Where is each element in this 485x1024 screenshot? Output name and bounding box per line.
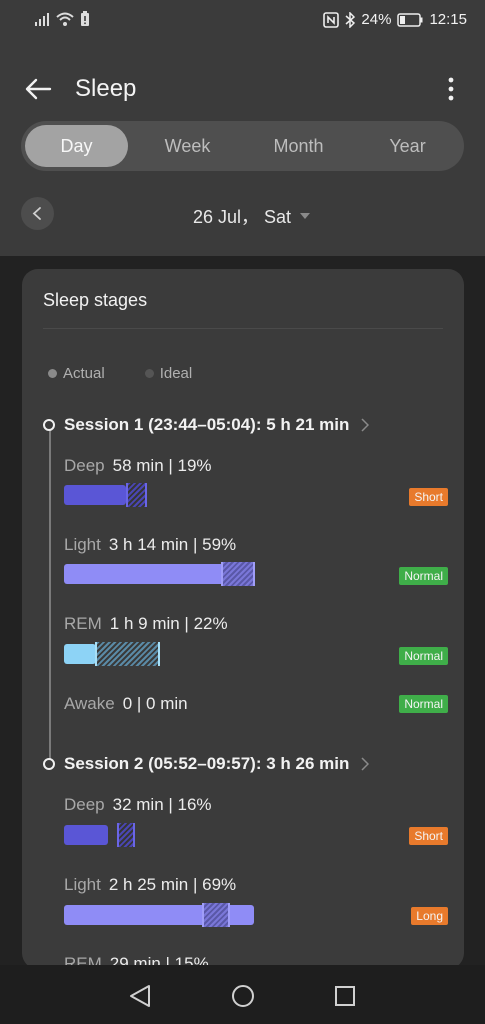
chevron-left-icon bbox=[32, 207, 41, 220]
stage-value: 2 h 25 min | 69% bbox=[108, 875, 237, 894]
rem-ideal-range bbox=[95, 642, 160, 666]
stage-name: Awake bbox=[64, 694, 115, 713]
status-badge: Normal bbox=[399, 695, 448, 713]
more-options-icon[interactable] bbox=[441, 74, 461, 104]
stage-value: 0 | 0 min bbox=[122, 694, 188, 713]
battery-alert-icon bbox=[81, 11, 89, 26]
session-2-title-text: Session 2 (05:52–09:57): 3 h 26 min bbox=[64, 754, 350, 773]
deep-ideal-range bbox=[117, 823, 135, 847]
stage-rem-label: REM 1 h 9 min | 22% bbox=[64, 614, 228, 634]
deep-actual-bar bbox=[64, 825, 108, 845]
session-2-dot bbox=[43, 758, 55, 770]
sleep-stages-card: Sleep stages Actual Ideal Session 1 (23:… bbox=[22, 269, 464, 969]
clock: 12:15 bbox=[429, 11, 467, 28]
battery-icon bbox=[397, 12, 423, 27]
legend: Actual Ideal bbox=[48, 365, 192, 382]
light-ideal-range bbox=[221, 562, 255, 586]
session-1-title-text: Session 1 (23:44–05:04): 5 h 21 min bbox=[64, 415, 350, 434]
card-title: Sleep stages bbox=[43, 290, 148, 310]
status-icons-right: 24% 12:15 bbox=[323, 11, 467, 28]
session-2-title[interactable]: Session 2 (05:52–09:57): 3 h 26 min bbox=[64, 754, 370, 774]
header: Sleep Day Week Month Year 26 Jul， Sat bbox=[0, 40, 485, 256]
stage-light-label: Light 2 h 25 min | 69% bbox=[64, 875, 236, 895]
stage-light-label: Light 3 h 14 min | 59% bbox=[64, 535, 236, 555]
stage-name: Light bbox=[64, 535, 101, 554]
stage-name: Deep bbox=[64, 795, 105, 814]
bluetooth-icon bbox=[345, 11, 356, 28]
stage-name: Light bbox=[64, 875, 101, 894]
nav-back-icon[interactable] bbox=[127, 984, 153, 1008]
battery-percent: 24% bbox=[361, 11, 392, 28]
wifi-icon bbox=[56, 12, 74, 26]
status-badge: Normal bbox=[399, 647, 448, 665]
page-title: Sleep bbox=[75, 75, 137, 102]
light-ideal-range bbox=[202, 903, 230, 927]
deep-ideal-range bbox=[126, 483, 147, 507]
stage-value: 32 min | 16% bbox=[112, 795, 212, 814]
status-badge: Long bbox=[411, 907, 448, 925]
period-tabs: Day Week Month Year bbox=[21, 121, 464, 171]
tab-month[interactable]: Month bbox=[247, 125, 350, 167]
deep-actual-bar bbox=[64, 485, 126, 505]
chevron-right-icon bbox=[361, 757, 370, 771]
legend-actual-label: Actual bbox=[63, 365, 105, 382]
stage-deep-label: Deep 58 min | 19% bbox=[64, 456, 212, 476]
nfc-icon bbox=[323, 11, 340, 28]
session-1-dot bbox=[43, 419, 55, 431]
stage-value: 58 min | 19% bbox=[112, 456, 212, 475]
nav-recents-icon[interactable] bbox=[333, 984, 357, 1008]
stage-value: 1 h 9 min | 22% bbox=[109, 614, 228, 633]
stage-name: Deep bbox=[64, 456, 105, 475]
date-text: 26 Jul， Sat bbox=[193, 207, 292, 227]
session-1-title[interactable]: Session 1 (23:44–05:04): 5 h 21 min bbox=[64, 415, 370, 435]
legend-ideal: Ideal bbox=[144, 365, 193, 382]
stage-name: REM bbox=[64, 614, 102, 633]
legend-actual: Actual bbox=[48, 365, 105, 382]
signal-icon bbox=[35, 13, 49, 26]
caret-down-icon bbox=[300, 213, 311, 219]
status-badge: Normal bbox=[399, 567, 448, 585]
status-badge: Short bbox=[409, 488, 448, 506]
tab-week[interactable]: Week bbox=[136, 125, 239, 167]
legend-actual-dot bbox=[48, 369, 57, 378]
rem-actual-bar bbox=[64, 644, 96, 664]
timeline-line bbox=[49, 425, 51, 765]
previous-day-button[interactable] bbox=[21, 197, 54, 230]
stage-awake-label: Awake 0 | 0 min bbox=[64, 694, 188, 714]
date-selector[interactable]: 26 Jul， Sat bbox=[193, 203, 311, 229]
chevron-right-icon bbox=[361, 418, 370, 432]
stage-deep-label: Deep 32 min | 16% bbox=[64, 795, 212, 815]
divider bbox=[43, 328, 443, 329]
nav-home-icon[interactable] bbox=[230, 983, 256, 1009]
status-icons-left bbox=[34, 11, 90, 27]
tab-year[interactable]: Year bbox=[356, 125, 459, 167]
legend-ideal-dot bbox=[144, 369, 154, 378]
status-bar: 24% 12:15 bbox=[0, 0, 485, 40]
tab-day[interactable]: Day bbox=[25, 125, 128, 167]
status-badge: Short bbox=[409, 827, 448, 845]
legend-ideal-label: Ideal bbox=[159, 365, 193, 382]
stage-value: 3 h 14 min | 59% bbox=[108, 535, 237, 554]
back-arrow-icon[interactable] bbox=[22, 73, 54, 105]
